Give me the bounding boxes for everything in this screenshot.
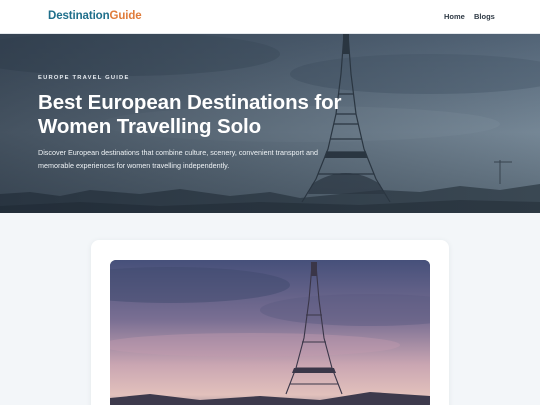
hero-banner: EUROPE TRAVEL GUIDE Best European Destin… bbox=[0, 34, 540, 213]
hero-title: Best European Destinations for Women Tra… bbox=[38, 91, 342, 138]
hero-description: Discover European destinations that comb… bbox=[38, 148, 318, 170]
site-header: DestinationGuide Home Blogs bbox=[0, 0, 540, 34]
card-featured-image bbox=[110, 260, 430, 405]
eiffel-tower-photo bbox=[110, 260, 430, 405]
logo-text-destination: Destination bbox=[48, 10, 110, 22]
site-logo[interactable]: DestinationGuide bbox=[48, 10, 142, 22]
nav-link-blogs[interactable]: Blogs bbox=[474, 12, 495, 21]
nav-link-home[interactable]: Home bbox=[444, 12, 465, 21]
hero-eyebrow: EUROPE TRAVEL GUIDE bbox=[38, 75, 130, 81]
content-card bbox=[91, 240, 449, 405]
logo-text-guide: Guide bbox=[109, 10, 142, 22]
